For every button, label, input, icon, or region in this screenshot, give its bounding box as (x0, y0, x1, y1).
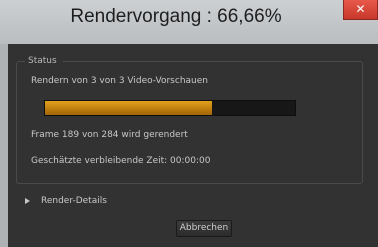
chevron-right-icon (25, 197, 30, 204)
status-legend: Status (25, 55, 63, 67)
cancel-button[interactable]: Abbrechen (176, 220, 232, 237)
close-icon: ✕ (355, 2, 366, 16)
rendering-status-text: Rendern von 3 von 3 Video-Vorschauen (31, 76, 208, 86)
dialog-body: Status Rendern von 3 von 3 Video-Vorscha… (8, 44, 378, 247)
render-progress-bar (44, 100, 296, 116)
dialog-title: Rendervorgang : 66,66% (70, 6, 282, 27)
render-details-label: Render-Details (41, 196, 107, 206)
render-progress-fill (45, 101, 212, 115)
title-bar[interactable]: Rendervorgang : 66,66% ✕ (0, 0, 378, 44)
render-dialog: Rendervorgang : 66,66% ✕ Status Rendern … (0, 0, 378, 247)
close-button[interactable]: ✕ (343, 0, 378, 20)
render-details-toggle[interactable]: Render-Details (25, 196, 107, 206)
frame-status-text: Frame 189 von 284 wird gerendert (31, 130, 188, 140)
remaining-time-text: Geschätzte verbleibende Zeit: 00:00:00 (31, 156, 211, 166)
